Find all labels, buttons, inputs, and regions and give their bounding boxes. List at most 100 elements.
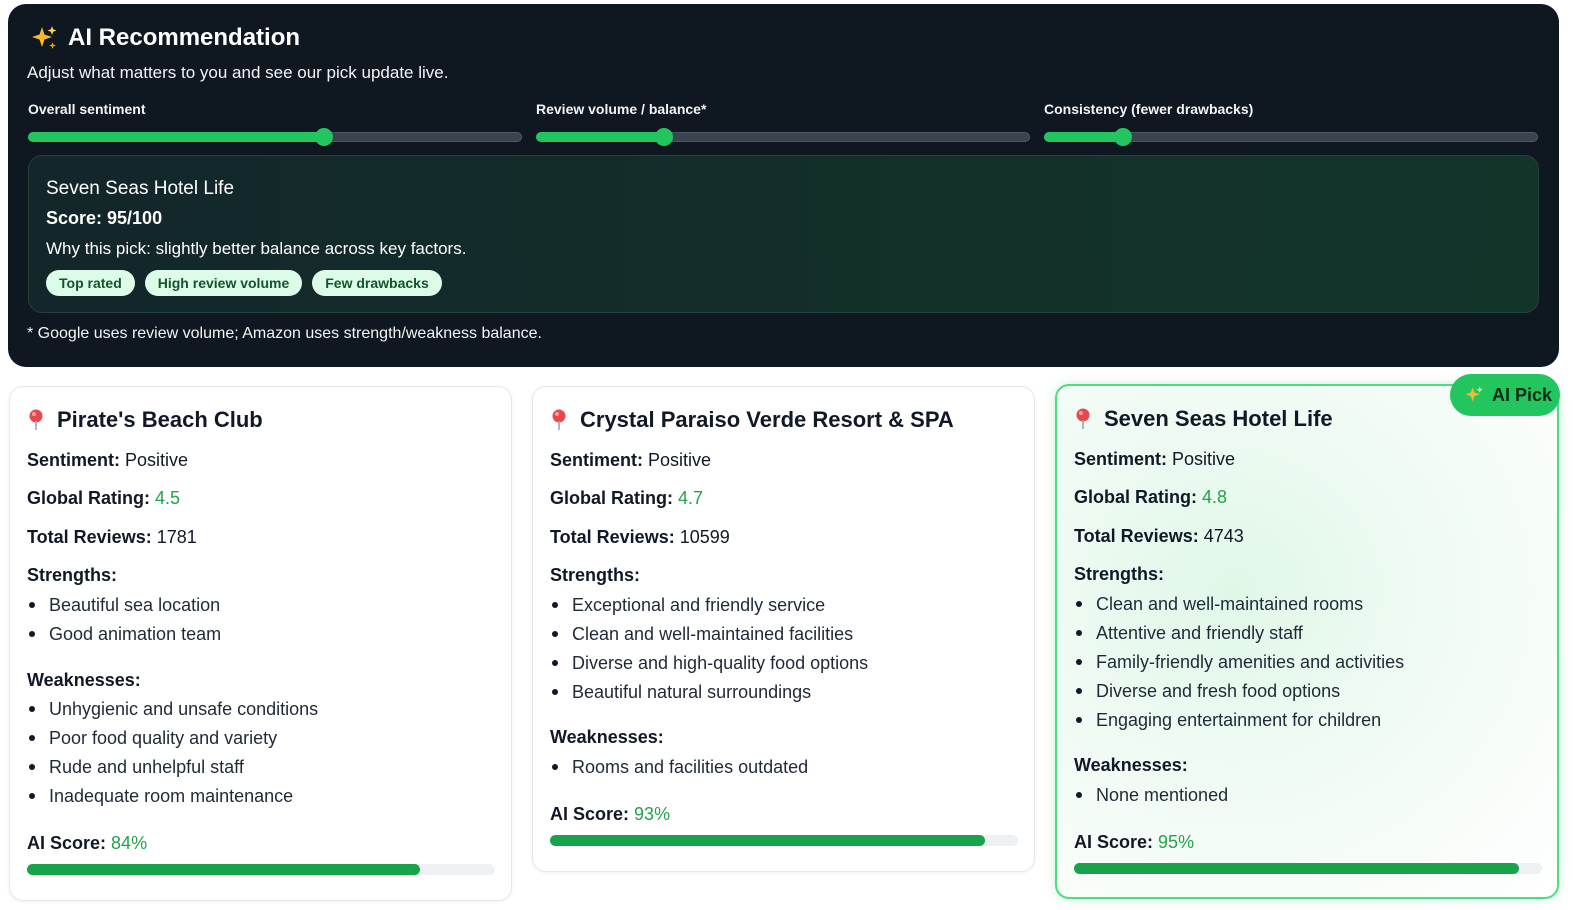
ai-score-bar xyxy=(27,864,495,875)
chip-top-rated: Top rated xyxy=(46,270,135,296)
strengths-heading: Strengths: xyxy=(550,565,640,585)
ai-score-row: AI Score: 93% xyxy=(550,804,670,825)
hotel-card-seven-seas-hotel-life: Seven Seas Hotel Life Sentiment: Positiv… xyxy=(1055,384,1559,899)
rating-value: 4.8 xyxy=(1202,487,1228,507)
list-item: Good animation team xyxy=(27,623,221,652)
sparkles-icon xyxy=(30,24,58,52)
panel-title: AI Recommendation xyxy=(30,24,300,52)
ai-score-bar-fill xyxy=(1074,863,1519,874)
panel-title-text: AI Recommendation xyxy=(68,24,301,51)
slider-label: Review volume / balance* xyxy=(536,101,707,117)
slider-fill xyxy=(28,132,325,142)
list-item: Clean and well-maintained facilities xyxy=(550,623,868,652)
map-pin-icon xyxy=(27,408,45,432)
hotel-card-pirates-beach-club: Pirate's Beach Club Sentiment: Positive … xyxy=(9,386,512,901)
rating-row: Global Rating: 4.7 xyxy=(550,488,703,509)
list-item: Family-friendly amenities and activities xyxy=(1074,651,1404,680)
slider-thumb[interactable] xyxy=(1114,128,1133,146)
ai-score-bar-fill xyxy=(27,864,421,875)
list-item: Diverse and fresh food options xyxy=(1074,680,1404,709)
ai-pick-badge: AI Pick xyxy=(1450,374,1560,416)
reviews-row: Total Reviews: 10599 xyxy=(550,527,730,548)
chip-few-drawbacks: Few drawbacks xyxy=(312,270,442,296)
footnote: * Google uses review volume; Amazon uses… xyxy=(27,325,542,342)
ai-score-value: 93% xyxy=(634,804,671,824)
sentiment-row: Sentiment: Positive xyxy=(27,450,188,471)
sentiment-row: Sentiment: Positive xyxy=(1074,449,1235,470)
sentiment-value: Positive xyxy=(125,450,189,470)
ai-recommendation-panel: AI Recommendation Adjust what matters to… xyxy=(8,4,1559,367)
ai-score-label: AI Score: xyxy=(27,833,107,853)
list-item: Engaging entertainment for children xyxy=(1074,709,1404,738)
rating-row: Global Rating: 4.8 xyxy=(1074,487,1227,508)
pick-reason: Why this pick: slightly better balance a… xyxy=(46,239,467,258)
ai-pick-label: AI Pick xyxy=(1492,384,1553,405)
weaknesses-heading: Weaknesses: xyxy=(550,727,664,747)
rating-label: Global Rating: xyxy=(550,488,673,508)
card-title: Seven Seas Hotel Life xyxy=(1074,406,1333,432)
hotel-name: Crystal Paraiso Verde Resort & SPA xyxy=(580,407,954,432)
list-item: Poor food quality and variety xyxy=(27,727,318,756)
slider-track[interactable] xyxy=(28,128,522,146)
reviews-row: Total Reviews: 1781 xyxy=(27,527,197,548)
list-item: Unhygienic and unsafe conditions xyxy=(27,698,318,727)
list-item: Diverse and high-quality food options xyxy=(550,652,868,681)
map-pin-icon xyxy=(550,408,568,432)
list-item: Attentive and friendly staff xyxy=(1074,622,1404,651)
list-item: Rude and unhelpful staff xyxy=(27,756,318,785)
weaknesses-list: None mentioned xyxy=(1074,784,1228,813)
reviews-value: 4743 xyxy=(1203,526,1244,546)
slider-review-volume: Review volume / balance* xyxy=(536,101,1030,146)
rating-value: 4.5 xyxy=(155,488,181,508)
sentiment-row: Sentiment: Positive xyxy=(550,450,711,471)
strengths-list: Beautiful sea location Good animation te… xyxy=(27,594,221,652)
ai-score-label: AI Score: xyxy=(550,804,630,824)
slider-label: Consistency (fewer drawbacks) xyxy=(1044,101,1254,117)
reviews-value: 10599 xyxy=(679,527,730,547)
slider-overall-sentiment: Overall sentiment xyxy=(28,101,522,146)
sentiment-label: Sentiment: xyxy=(550,450,644,470)
slider-consistency: Consistency (fewer drawbacks) xyxy=(1044,101,1538,146)
strengths-heading: Strengths: xyxy=(27,565,117,585)
sentiment-value: Positive xyxy=(1172,449,1236,469)
hotel-card-crystal-paraiso-verde: Crystal Paraiso Verde Resort & SPA Senti… xyxy=(532,386,1035,872)
slider-thumb[interactable] xyxy=(655,128,674,146)
strengths-heading: Strengths: xyxy=(1074,564,1164,584)
current-pick-box: Seven Seas Hotel Life Score: 95/100 Why … xyxy=(28,155,1539,313)
ai-score-value: 95% xyxy=(1158,832,1195,852)
ai-score-bar xyxy=(1074,863,1542,874)
slider-thumb[interactable] xyxy=(315,128,334,146)
pick-name: Seven Seas Hotel Life xyxy=(46,178,235,199)
sentiment-label: Sentiment: xyxy=(27,450,121,470)
panel-subtitle: Adjust what matters to you and see our p… xyxy=(27,63,449,82)
list-item: Exceptional and friendly service xyxy=(550,594,868,623)
rating-row: Global Rating: 4.5 xyxy=(27,488,180,509)
card-title: Pirate's Beach Club xyxy=(27,407,263,433)
map-pin-icon xyxy=(1074,407,1092,431)
sentiment-label: Sentiment: xyxy=(1074,449,1168,469)
weaknesses-heading: Weaknesses: xyxy=(27,670,141,690)
ai-score-row: AI Score: 95% xyxy=(1074,832,1194,853)
slider-track[interactable] xyxy=(1044,128,1538,146)
slider-fill xyxy=(1044,132,1124,142)
list-item: Clean and well-maintained rooms xyxy=(1074,593,1404,622)
ai-score-bar xyxy=(550,835,1018,846)
strengths-list: Clean and well-maintained rooms Attentiv… xyxy=(1074,593,1404,738)
strengths-list: Exceptional and friendly service Clean a… xyxy=(550,594,868,710)
list-item: None mentioned xyxy=(1074,784,1228,813)
slider-track[interactable] xyxy=(536,128,1030,146)
hotel-name: Seven Seas Hotel Life xyxy=(1104,406,1333,431)
reviews-row: Total Reviews: 4743 xyxy=(1074,526,1244,547)
pick-score: Score: 95/100 xyxy=(46,208,163,228)
slider-fill xyxy=(536,132,665,142)
list-item: Beautiful sea location xyxy=(27,594,221,623)
list-item: Beautiful natural surroundings xyxy=(550,681,868,710)
reviews-value: 1781 xyxy=(156,527,197,547)
weaknesses-list: Unhygienic and unsafe conditions Poor fo… xyxy=(27,698,318,814)
ai-score-row: AI Score: 84% xyxy=(27,833,147,854)
chip-high-review-volume: High review volume xyxy=(144,270,303,296)
reviews-label: Total Reviews: xyxy=(1074,526,1199,546)
ai-score-value: 84% xyxy=(111,833,148,853)
rating-label: Global Rating: xyxy=(1074,487,1197,507)
ai-score-label: AI Score: xyxy=(1074,832,1154,852)
